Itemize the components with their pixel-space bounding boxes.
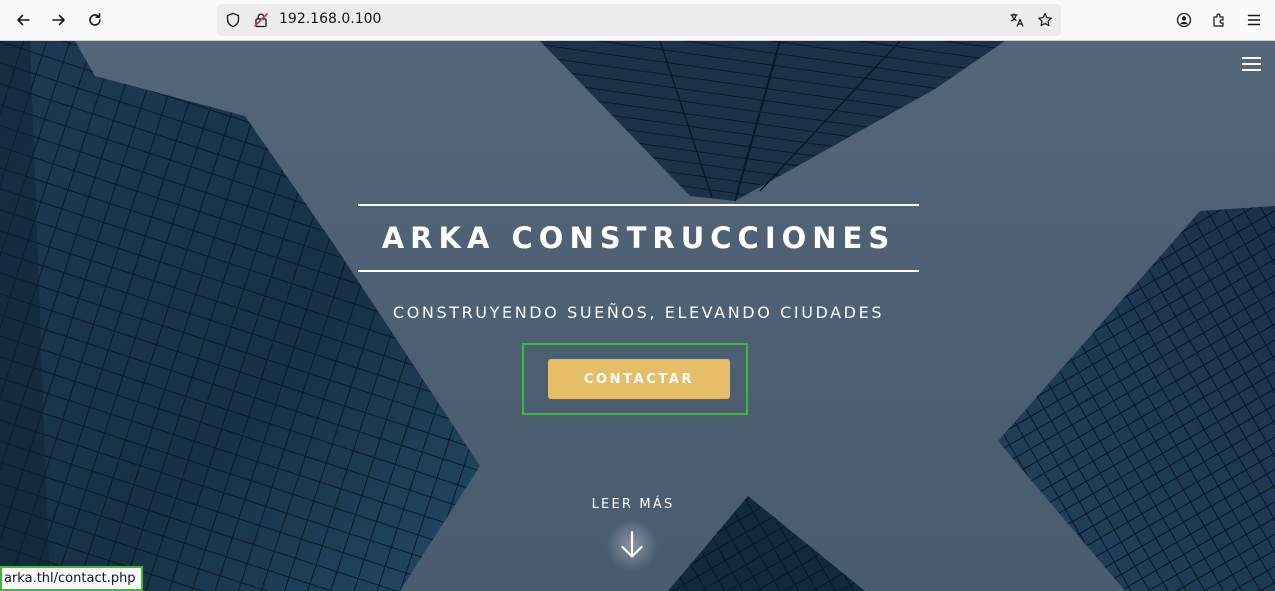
translate-icon[interactable] (1009, 12, 1025, 28)
arrow-down-icon[interactable] (612, 525, 652, 565)
reload-button[interactable] (81, 6, 109, 34)
account-icon (1176, 12, 1192, 28)
hamburger-menu-icon (1242, 57, 1261, 59)
forward-button[interactable] (45, 6, 73, 34)
app-menu-button[interactable] (1240, 6, 1268, 34)
account-button[interactable] (1170, 6, 1198, 34)
insecure-lock-icon[interactable] (253, 12, 269, 28)
forward-arrow-icon (52, 14, 65, 26)
hamburger-menu-icon (1247, 14, 1261, 26)
site-menu-button[interactable] (1242, 57, 1261, 75)
hamburger-menu-icon-line (1242, 63, 1261, 65)
hero-title-frame: ARKA CONSTRUCCIONES (358, 204, 919, 272)
browser-toolbar: 192.168.0.100 (0, 0, 1275, 41)
tracking-shield-icon[interactable] (225, 12, 241, 28)
contact-button[interactable]: CONTACTAR (548, 359, 730, 399)
hero-title: ARKA CONSTRUCCIONES (381, 221, 896, 255)
back-arrow-icon (17, 14, 30, 26)
hero-subtitle: CONSTRUYENDO SUEÑOS, ELEVANDO CIUDADES (392, 303, 885, 322)
read-more-link[interactable]: LEER MÁS (540, 497, 726, 512)
link-status-bar: arka.thl/contact.php (0, 566, 143, 591)
hero-section: ARKA CONSTRUCCIONES CONSTRUYENDO SUEÑOS,… (0, 41, 1275, 591)
extensions-button[interactable] (1205, 6, 1233, 34)
url-text[interactable]: 192.168.0.100 (279, 11, 381, 27)
back-button[interactable] (9, 6, 37, 34)
star-icon[interactable] (1037, 12, 1053, 28)
reload-icon (89, 13, 101, 26)
hamburger-menu-icon-line (1242, 69, 1261, 71)
puzzle-icon (1213, 13, 1224, 27)
address-bar[interactable]: 192.168.0.100 (217, 4, 1061, 36)
